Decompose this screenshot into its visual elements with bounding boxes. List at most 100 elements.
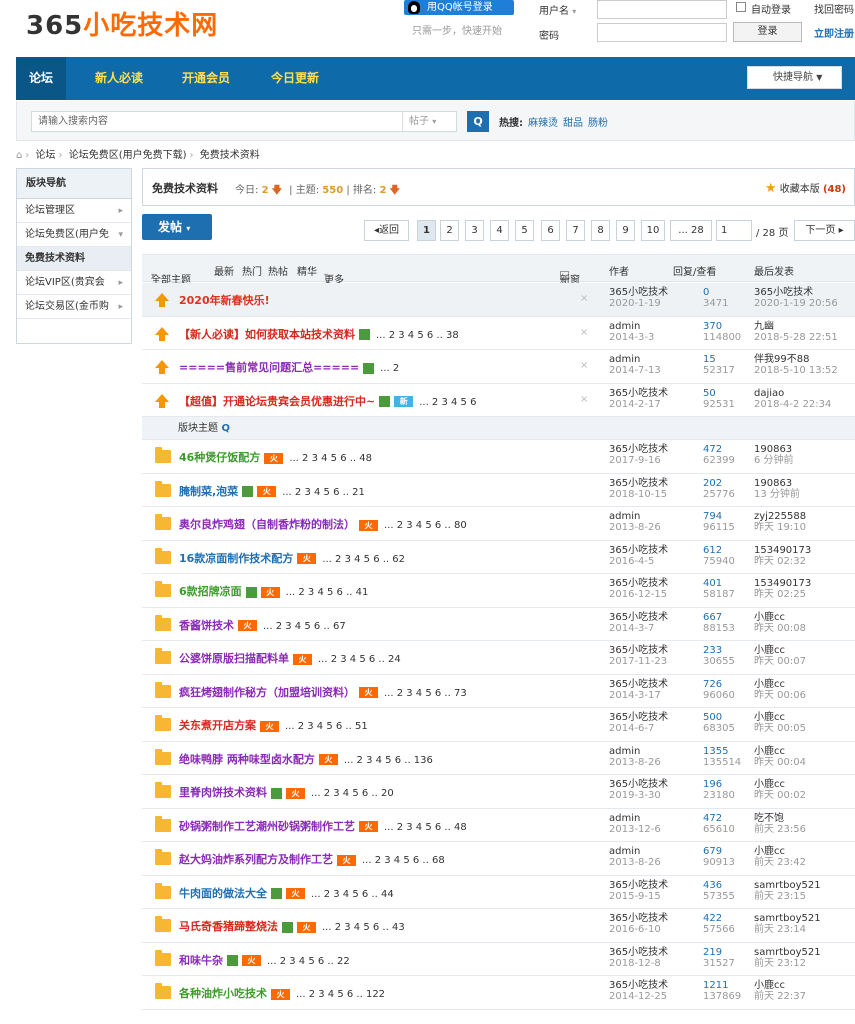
thread-pages[interactable]: ... 2 3 4 5 6: [419, 397, 476, 408]
author-name[interactable]: admin: [609, 321, 654, 332]
thread-title-text[interactable]: 马氏奇香猪蹄整烧法: [179, 920, 278, 933]
last-poster[interactable]: 小鹿cc: [754, 846, 806, 857]
thread-title[interactable]: 公婆饼原版扫描配料单火 ... 2 3 4 5 6 .. 24: [179, 650, 401, 666]
page-link[interactable]: ... 28: [670, 220, 712, 241]
author-name[interactable]: admin: [609, 813, 661, 824]
thread-pages[interactable]: ... 2 3 4 5 6 .. 44: [311, 889, 394, 900]
page-input[interactable]: 1: [716, 220, 752, 241]
thread-title[interactable]: 疯狂烤翅制作秘方（加盟培训资料） 火 ... 2 3 4 5 6 .. 73: [179, 684, 467, 700]
auto-login-checkbox[interactable]: [736, 2, 746, 12]
thread-title-text[interactable]: 奥尔良炸鸡翅（自制香炸粉的制法）: [179, 518, 355, 531]
thread-title[interactable]: 和味牛杂 火 ... 2 3 4 5 6 .. 22: [179, 952, 350, 968]
thread-title[interactable]: 香酱饼技术火 ... 2 3 4 5 6 .. 67: [179, 617, 346, 633]
thread-title-text[interactable]: 46种煲仔饭配方: [179, 451, 260, 464]
author-name[interactable]: admin: [609, 746, 661, 757]
thread-title-text[interactable]: 赵大妈油炸系列配方及制作工艺: [179, 853, 333, 866]
thread-pages[interactable]: ... 2: [380, 363, 399, 374]
thread-title-text[interactable]: 香酱饼技术: [179, 619, 234, 632]
last-poster[interactable]: 小鹿cc: [754, 612, 806, 623]
thread-title-text[interactable]: 疯狂烤翅制作秘方（加盟培训资料）: [179, 686, 355, 699]
author-name[interactable]: 365小吃技术: [609, 478, 668, 489]
thread-pages[interactable]: ... 2 3 4 5 6 .. 48: [384, 822, 467, 833]
thread-title-text[interactable]: 2020年新春快乐!: [179, 294, 270, 307]
author-name[interactable]: 365小吃技术: [609, 679, 668, 690]
last-post-date[interactable]: 昨天 02:32: [754, 556, 811, 567]
thread-title[interactable]: 牛肉面的做法大全 火 ... 2 3 4 5 6 .. 44: [179, 885, 394, 901]
last-post-date[interactable]: 前天 22:37: [754, 991, 806, 1002]
hot-search-link[interactable]: 麻辣烫: [528, 118, 558, 129]
last-poster[interactable]: 190863: [754, 478, 800, 489]
filter-hot[interactable]: 热门: [242, 263, 262, 278]
thread-title[interactable]: 砂锅粥制作工艺潮州砂锅粥制作工艺火 ... 2 3 4 5 6 .. 48: [179, 818, 467, 834]
thread-pages[interactable]: ... 2 3 4 5 6 .. 24: [318, 654, 401, 665]
close-icon[interactable]: ×: [580, 293, 588, 304]
thread-title[interactable]: =====售前常见问题汇总===== ... 2: [179, 359, 399, 375]
breadcrumb-item[interactable]: 免费技术资料: [200, 150, 260, 161]
last-poster[interactable]: samrtboy521: [754, 947, 821, 958]
thread-pages[interactable]: ... 2 3 4 5 6 .. 73: [384, 688, 467, 699]
thread-title-text[interactable]: 砂锅粥制作工艺潮州砂锅粥制作工艺: [179, 820, 355, 833]
thread-title[interactable]: 46种煲仔饭配方火 ... 2 3 4 5 6 .. 48: [179, 449, 372, 465]
author-name[interactable]: 365小吃技术: [609, 712, 668, 723]
last-post-date[interactable]: 昨天 00:07: [754, 656, 806, 667]
page-link[interactable]: 1: [417, 220, 436, 241]
thread-title[interactable]: 腌制菜,泡菜 火 ... 2 3 4 5 6 .. 21: [179, 483, 365, 499]
last-post-date[interactable]: 昨天 02:25: [754, 589, 811, 600]
hot-search-link[interactable]: 肠粉: [588, 118, 608, 129]
author-name[interactable]: admin: [609, 511, 661, 522]
thread-pages[interactable]: ... 2 3 4 5 6 .. 43: [322, 922, 405, 933]
site-logo[interactable]: 365小吃技术网: [26, 5, 218, 42]
author-name[interactable]: 365小吃技术: [609, 779, 668, 790]
sidebar-item-vip[interactable]: 论坛VIP区(贵宾会 ▸: [17, 271, 131, 295]
breadcrumb-item[interactable]: 论坛: [36, 150, 56, 161]
thread-title-text[interactable]: 绝味鸭脖 两种味型卤水配方: [179, 753, 315, 766]
author-name[interactable]: 365小吃技术: [609, 545, 668, 556]
page-link[interactable]: 6: [541, 220, 560, 241]
last-poster[interactable]: samrtboy521: [754, 880, 821, 891]
thread-title-text[interactable]: 和味牛杂: [179, 954, 223, 967]
last-poster[interactable]: 小鹿cc: [754, 980, 806, 991]
last-post-date[interactable]: 昨天 19:10: [754, 522, 806, 533]
last-post-date[interactable]: 2018-4-2 22:34: [754, 399, 831, 410]
author-name[interactable]: 365小吃技术: [609, 947, 668, 958]
thread-title-text[interactable]: 里脊肉饼技术资料: [179, 786, 267, 799]
quick-nav-button[interactable]: 快捷导航 ▼: [747, 66, 842, 89]
author-name[interactable]: 365小吃技术: [609, 980, 668, 991]
page-link[interactable]: 3: [465, 220, 484, 241]
last-poster[interactable]: dajiao: [754, 388, 831, 399]
thread-pages[interactable]: ... 2 3 4 5 6 .. 67: [263, 621, 346, 632]
favorite-forum-button[interactable]: ★ 收藏本版 (48): [765, 180, 846, 196]
last-post-date[interactable]: 前天 23:12: [754, 958, 821, 969]
last-poster[interactable]: 伴我99不88: [754, 354, 838, 365]
thread-title-text[interactable]: =====售前常见问题汇总=====: [179, 361, 359, 374]
thread-pages[interactable]: ... 2 3 4 5 6 .. 68: [362, 855, 445, 866]
thread-title[interactable]: 马氏奇香猪蹄整烧法 火 ... 2 3 4 5 6 .. 43: [179, 918, 405, 934]
thread-title-text[interactable]: 各种油炸小吃技术: [179, 987, 267, 1000]
register-link[interactable]: 立即注册: [814, 25, 854, 40]
thread-title-text[interactable]: 【新人必读】如何获取本站技术资料: [179, 328, 355, 341]
qq-login-button[interactable]: 用QQ帐号登录: [404, 0, 514, 15]
last-post-date[interactable]: 13 分钟前: [754, 489, 800, 500]
thread-title-text[interactable]: 【超值】开通论坛贵宾会员优惠进行中~: [179, 395, 375, 408]
password-input[interactable]: [597, 23, 727, 42]
author-name[interactable]: 365小吃技术: [609, 913, 668, 924]
page-link[interactable]: 8: [591, 220, 610, 241]
last-post-date[interactable]: 2018-5-10 13:52: [754, 365, 838, 376]
author-name[interactable]: 365小吃技术: [609, 388, 668, 399]
last-poster[interactable]: 153490173: [754, 545, 811, 556]
author-name[interactable]: admin: [609, 846, 661, 857]
thread-pages[interactable]: ... 2 3 4 5 6 .. 48: [289, 453, 372, 464]
thread-title-text[interactable]: 腌制菜,泡菜: [179, 485, 238, 498]
thread-pages[interactable]: ... 2 3 4 5 6 .. 80: [384, 520, 467, 531]
last-poster[interactable]: 小鹿cc: [754, 746, 806, 757]
last-post-date[interactable]: 昨天 00:04: [754, 757, 806, 768]
breadcrumb-item[interactable]: 论坛免费区(用户免费下载): [69, 150, 187, 161]
last-poster[interactable]: 365小吃技术: [754, 287, 838, 298]
search-input[interactable]: 请输入搜索内容 帖子 ▾: [31, 111, 457, 132]
thread-title[interactable]: 【超值】开通论坛贵宾会员优惠进行中~ 新 ... 2 3 4 5 6: [179, 393, 476, 409]
last-post-date[interactable]: 6 分钟前: [754, 455, 794, 466]
last-post-date[interactable]: 昨天 00:08: [754, 623, 806, 634]
author-name[interactable]: 365小吃技术: [609, 880, 668, 891]
nav-item-newbie[interactable]: 新人必读: [82, 57, 156, 100]
page-link[interactable]: 9: [616, 220, 635, 241]
